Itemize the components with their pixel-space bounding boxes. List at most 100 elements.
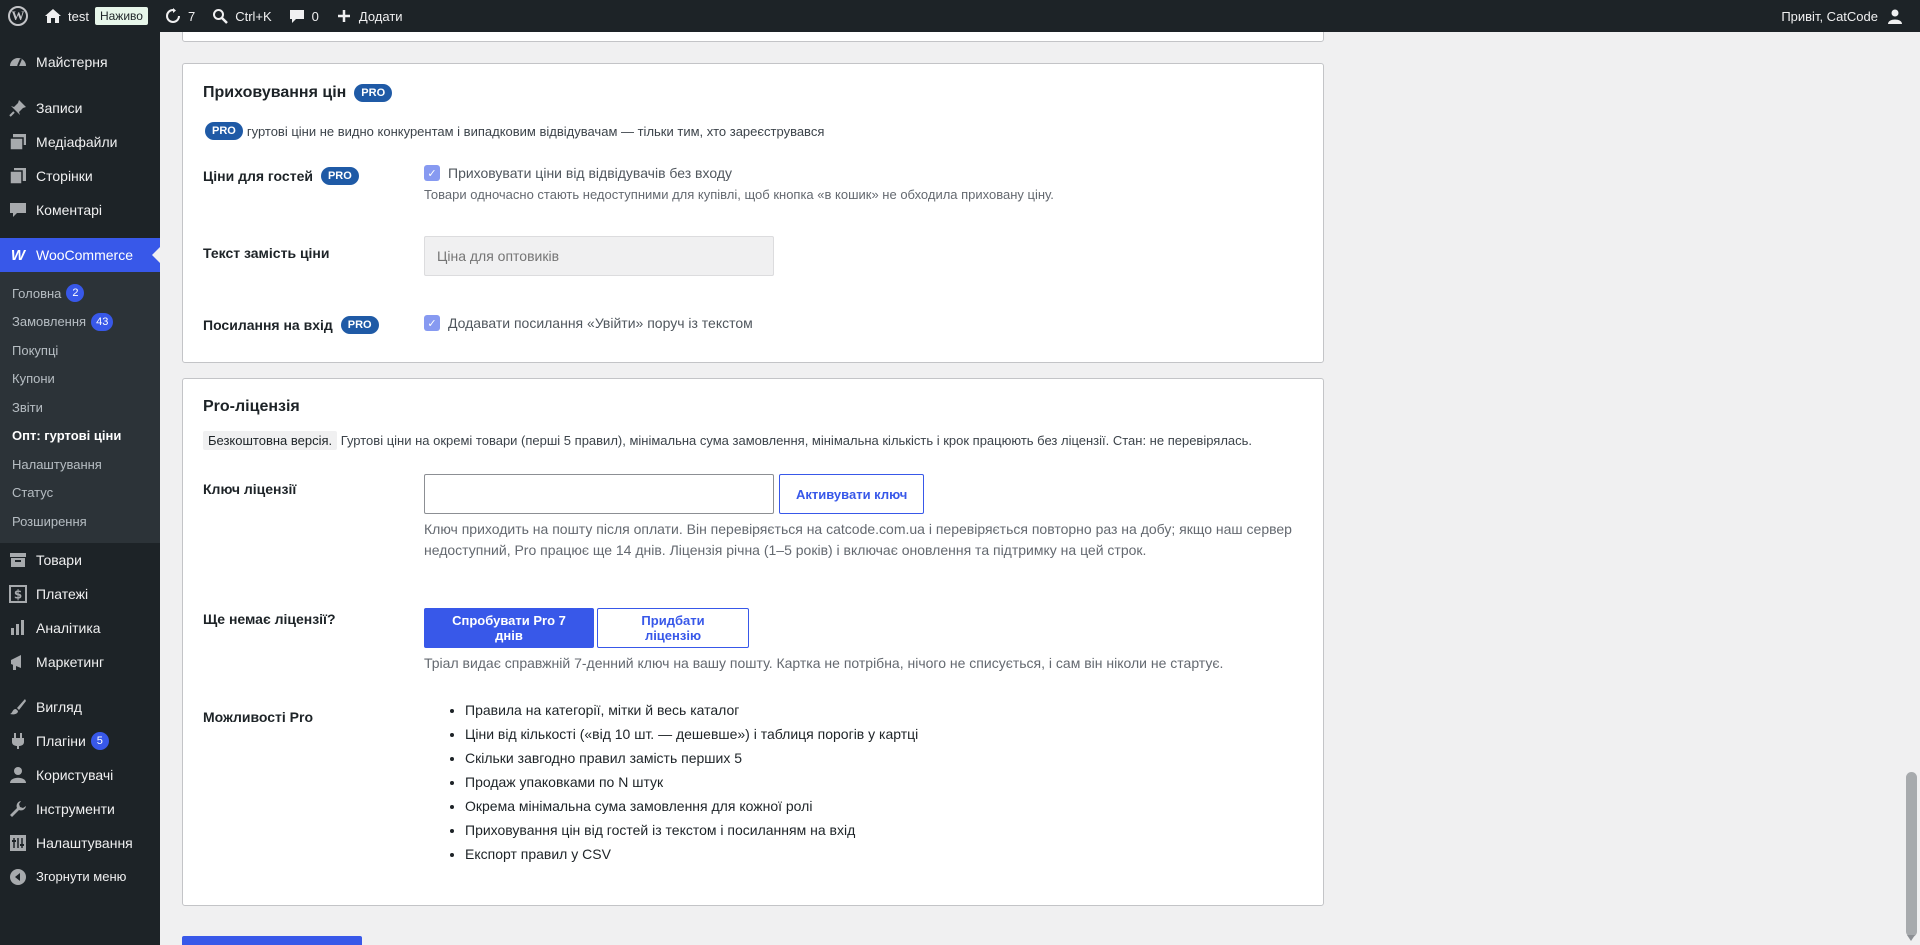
list-item: Окрема мінімальна сума замовлення для ко… <box>465 794 918 818</box>
hide-guest-prices-checkbox[interactable]: ✓ <box>424 165 440 181</box>
submenu-label: Головна <box>12 285 62 301</box>
list-item: Ціни від кількості («від 10 шт. — дешевш… <box>465 722 918 746</box>
list-item: Приховування цін від гостей із текстом і… <box>465 818 918 842</box>
site-name-link[interactable]: test Наживо <box>36 0 156 32</box>
menu-label: Маркетинг <box>36 653 105 670</box>
login-link-checkbox-label[interactable]: ✓ Додавати посилання «Увійти» поруч із т… <box>424 315 753 331</box>
submenu-item-coupons[interactable]: Купони <box>0 365 160 394</box>
buy-license-button[interactable]: Придбати ліцензію <box>597 608 749 648</box>
search-icon <box>211 7 229 25</box>
replace-text-input[interactable] <box>424 236 774 276</box>
new-label: Додати <box>358 8 403 24</box>
menu-label: Сторінки <box>36 168 93 184</box>
live-badge: Наживо <box>94 7 148 25</box>
pro-badge: PRO <box>320 167 359 185</box>
menu-label: Вигляд <box>36 698 82 715</box>
start-trial-button[interactable]: Спробувати Pro 7 днів <box>424 608 594 648</box>
menu-appearance[interactable]: Вигляд <box>0 690 160 724</box>
home-icon <box>44 7 62 25</box>
menu-label: Записи <box>36 100 83 116</box>
submenu-item-wholesale[interactable]: Опт: гуртові ціни <box>0 422 160 451</box>
menu-users[interactable]: Користувачі <box>0 758 160 792</box>
menu-payments[interactable]: $ Платежі <box>0 577 160 611</box>
guest-prices-description: Товари одночасно стають недоступними для… <box>424 187 1054 202</box>
field-label: Посилання на вхід <box>203 317 333 333</box>
menu-plugins[interactable]: Плагіни 5 <box>0 724 160 758</box>
field-label: Ціни для гостей <box>203 168 313 184</box>
menu-pages[interactable]: Сторінки <box>0 159 160 193</box>
pin-icon <box>8 98 28 118</box>
menu-label: Аналітика <box>36 619 101 636</box>
admin-sidebar: Майстерня Записи Медіафайли Сторінки Ком… <box>0 32 160 945</box>
home-count-badge: 2 <box>66 284 85 303</box>
menu-comments[interactable]: Коментарі <box>0 193 160 227</box>
submenu-item-status[interactable]: Статус <box>0 479 160 508</box>
comments-icon <box>8 200 28 220</box>
menu-label: Користувачі <box>36 766 114 783</box>
guest-prices-label: Ціни для гостей PRO <box>203 167 359 185</box>
license-status: Безкоштовна версія. Гуртові ціни на окре… <box>203 431 1253 450</box>
menu-label: Медіафайли <box>36 134 118 150</box>
menu-label: Платежі <box>36 585 89 602</box>
brush-icon <box>8 697 28 717</box>
updates-count: 7 <box>187 8 196 24</box>
activate-key-button[interactable]: Активувати ключ <box>779 474 925 514</box>
payments-icon: $ <box>8 584 28 604</box>
list-item: Продаж упаковками по N штук <box>465 770 918 794</box>
pro-features-list: Правила на категорії, мітки й весь катал… <box>445 698 918 866</box>
scrollbar-thumb[interactable] <box>1906 772 1917 937</box>
submenu-item-home[interactable]: Головна 2 <box>0 279 160 308</box>
license-key-input[interactable] <box>424 474 774 514</box>
submenu-item-settings[interactable]: Налаштування <box>0 450 160 479</box>
menu-analytics[interactable]: Аналітика <box>0 611 160 645</box>
updates-link[interactable]: 7 <box>156 0 203 32</box>
menu-label: Налаштування <box>36 834 133 851</box>
comments-link[interactable]: 0 <box>280 0 327 32</box>
command-palette-button[interactable]: Ctrl+K <box>203 0 279 32</box>
comments-count: 0 <box>311 8 319 24</box>
page-scrollbar[interactable] <box>1903 32 1920 945</box>
menu-label: Майстерня <box>36 54 108 70</box>
menu-woocommerce[interactable]: W WooCommerce <box>0 238 160 272</box>
scroll-down-arrow-icon[interactable] <box>1907 935 1915 941</box>
menu-products[interactable]: Товари <box>0 543 160 577</box>
pro-features-field: Правила на категорії, мітки й весь катал… <box>445 698 918 866</box>
comment-icon <box>288 7 306 25</box>
no-license-label: Ще немає ліцензії? <box>203 611 336 627</box>
svg-text:$: $ <box>14 587 22 601</box>
save-changes-button[interactable] <box>182 936 362 945</box>
collapse-icon <box>8 867 28 887</box>
my-account-link[interactable]: Привіт, CatCode <box>1773 0 1912 32</box>
hide-prices-card: Приховування цін PRO PRO гуртові ціни не… <box>182 63 1324 363</box>
archive-icon <box>8 550 28 570</box>
woocommerce-submenu: Головна 2 Замовлення 43 Покупці Купони З… <box>0 272 160 543</box>
menu-dashboard[interactable]: Майстерня <box>0 44 160 80</box>
plus-icon <box>335 7 353 25</box>
section-title: Pro-ліцензія <box>203 398 300 415</box>
collapse-menu-button[interactable]: Згорнути меню <box>0 860 160 894</box>
section-title: Приховування цін <box>203 84 347 101</box>
pro-badge: PRO <box>354 84 393 102</box>
menu-media[interactable]: Медіафайли <box>0 125 160 159</box>
user-avatar-icon <box>1886 7 1904 25</box>
wordpress-logo-button[interactable]: W <box>0 0 36 32</box>
submenu-item-orders[interactable]: Замовлення 43 <box>0 308 160 337</box>
free-version-description: Гуртові ціни на окремі товари (перші 5 п… <box>340 433 1253 448</box>
settings-icon <box>8 833 28 853</box>
pages-icon <box>8 166 28 186</box>
menu-tools[interactable]: Інструменти <box>0 792 160 826</box>
menu-label: Згорнути меню <box>36 869 127 884</box>
menu-settings[interactable]: Налаштування <box>0 826 160 860</box>
login-link-checkbox[interactable]: ✓ <box>424 315 440 331</box>
submenu-item-customers[interactable]: Покупці <box>0 336 160 365</box>
hide-prices-title-row: Приховування цін PRO <box>203 84 393 102</box>
menu-marketing[interactable]: Маркетинг <box>0 645 160 679</box>
submenu-item-extensions[interactable]: Розширення <box>0 507 160 536</box>
new-content-link[interactable]: Додати <box>327 0 411 32</box>
pro-features-label: Можливості Pro <box>203 709 314 725</box>
hide-guest-prices-checkbox-label[interactable]: ✓ Приховувати ціни від відвідувачів без … <box>424 165 1054 181</box>
submenu-item-reports[interactable]: Звіти <box>0 393 160 422</box>
menu-posts[interactable]: Записи <box>0 91 160 125</box>
login-link-field: ✓ Додавати посилання «Увійти» поруч із т… <box>424 315 753 331</box>
guest-prices-field: ✓ Приховувати ціни від відвідувачів без … <box>424 165 1054 205</box>
